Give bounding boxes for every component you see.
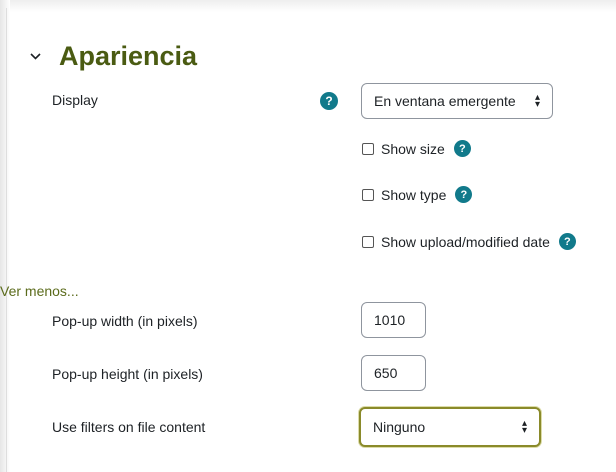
checkbox-box[interactable] bbox=[362, 142, 374, 155]
select-arrows-icon: ▴ ▾ bbox=[534, 92, 540, 110]
popup-width-label: Pop-up width (in pixels) bbox=[52, 313, 198, 329]
help-icon[interactable]: ? bbox=[453, 140, 471, 157]
checkbox-label: Show size bbox=[381, 140, 445, 157]
chevron-down-icon[interactable] bbox=[30, 51, 41, 62]
select-arrows-icon: ▴ ▾ bbox=[521, 418, 527, 436]
checkbox-show-upload-date[interactable]: Show upload/modified date ? bbox=[362, 233, 576, 250]
filters-select-value: Ninguno bbox=[373, 419, 426, 435]
display-select-value: En ventana emergente bbox=[374, 93, 516, 109]
show-less-link[interactable]: Ver menos... bbox=[0, 283, 79, 299]
filters-select[interactable]: Ninguno ▴ ▾ bbox=[359, 407, 541, 447]
checkbox-label: Show type bbox=[381, 186, 447, 203]
panel-edge bbox=[6, 8, 7, 472]
section-header[interactable]: Apariencia bbox=[30, 40, 197, 72]
help-icon[interactable]: ? bbox=[455, 186, 473, 203]
display-help-icon[interactable]: ? bbox=[320, 92, 338, 110]
checkbox-show-size[interactable]: Show size ? bbox=[362, 140, 471, 157]
checkbox-label: Show upload/modified date bbox=[381, 233, 550, 250]
popup-height-value: 650 bbox=[374, 365, 398, 381]
popup-height-label: Pop-up height (in pixels) bbox=[52, 366, 203, 382]
popup-width-input[interactable]: 1010 bbox=[361, 302, 426, 338]
display-label: Display bbox=[52, 92, 98, 108]
left-shadow bbox=[0, 0, 10, 472]
section-title: Apariencia bbox=[59, 41, 198, 71]
checkbox-show-type[interactable]: Show type ? bbox=[362, 186, 473, 203]
help-icon[interactable]: ? bbox=[558, 233, 576, 250]
filters-label: Use filters on file content bbox=[52, 419, 206, 435]
checkbox-box[interactable] bbox=[362, 235, 374, 248]
display-select[interactable]: En ventana emergente ▴ ▾ bbox=[361, 83, 553, 119]
checkbox-box[interactable] bbox=[362, 188, 374, 201]
popup-height-input[interactable]: 650 bbox=[361, 355, 426, 391]
popup-width-value: 1010 bbox=[374, 312, 406, 328]
top-shadow bbox=[0, 0, 616, 12]
